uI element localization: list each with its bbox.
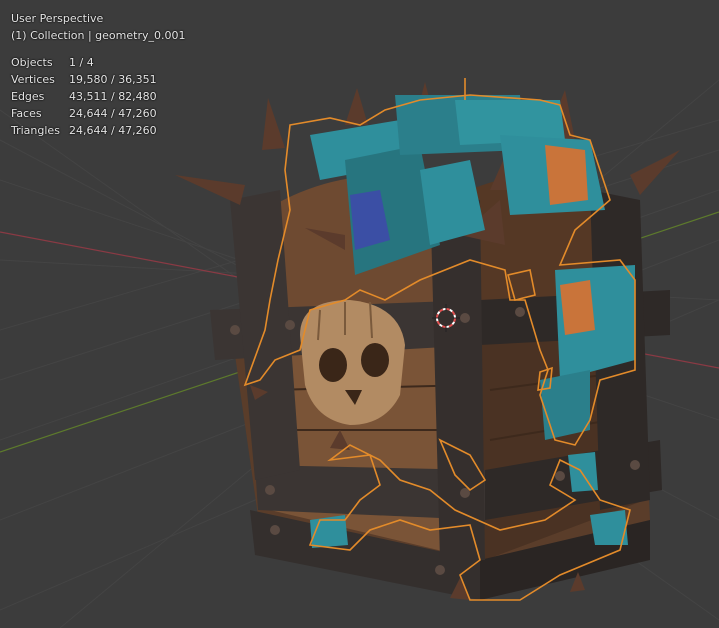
stat-value: 1 / 4 — [69, 56, 94, 69]
viewport-text-overlay: User Perspective (1) Collection | geomet… — [11, 10, 186, 139]
stat-label: Edges — [11, 90, 45, 103]
stat-label: Objects — [11, 56, 53, 69]
stat-value: 24,644 / 47,260 — [69, 107, 157, 120]
3d-viewport[interactable]: User Perspective (1) Collection | geomet… — [0, 0, 719, 628]
stat-value: 24,644 / 47,260 — [69, 124, 157, 137]
stat-value: 43,511 / 82,480 — [69, 90, 157, 103]
stat-label: Faces — [11, 107, 42, 120]
stat-value: 19,580 / 36,351 — [69, 73, 157, 86]
skull-ornament[interactable] — [300, 300, 405, 425]
stat-label: Triangles — [11, 124, 60, 137]
statistics-table: Objects 1 / 4 Vertices 19,580 / 36,351 E… — [11, 54, 186, 139]
view-name: User Perspective — [11, 12, 104, 25]
collection-line: (1) Collection | geometry_0.001 — [11, 29, 186, 42]
stat-label: Vertices — [11, 73, 55, 86]
